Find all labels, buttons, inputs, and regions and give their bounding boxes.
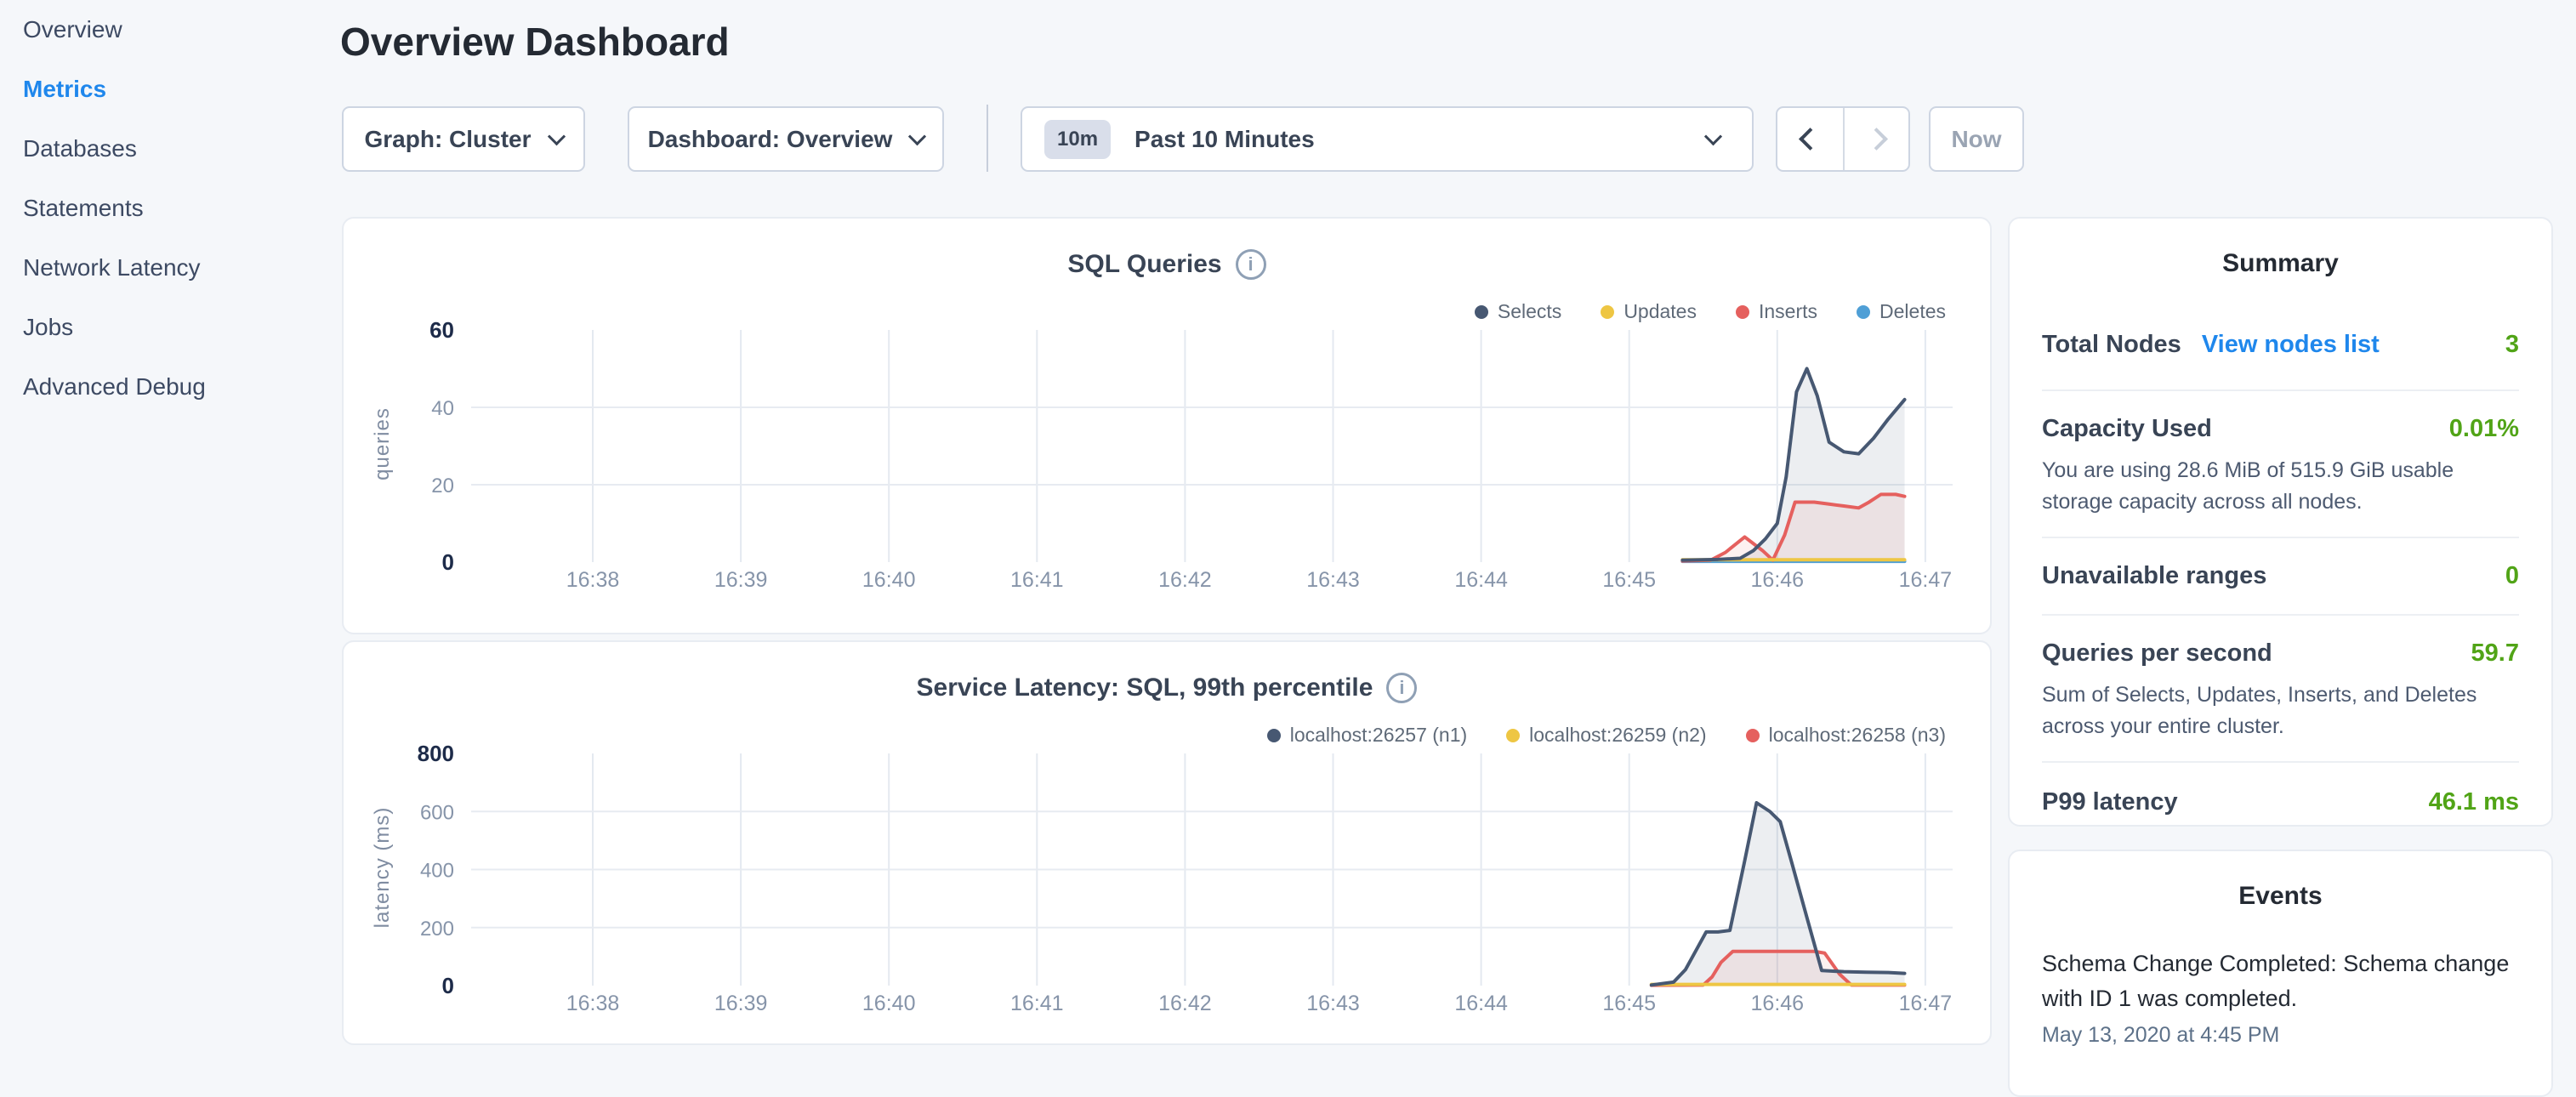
summary-row: Unavailable ranges 0 [2042,538,2519,616]
summary-label: Unavailable ranges [2042,562,2266,590]
summary-label: Queries per second [2042,639,2272,668]
svg-text:400: 400 [420,860,454,883]
chevron-down-icon [908,128,926,145]
svg-text:200: 200 [420,918,454,941]
event-message: Schema Change Completed: Schema change w… [2042,946,2519,1016]
summary-subtext: You are using 28.6 MiB of 515.9 GiB usab… [2042,455,2519,518]
sidebar-nav: OverviewMetricsDatabasesStatementsNetwor… [0,0,340,417]
sidebar-item-advanced-debug[interactable]: Advanced Debug [0,357,340,417]
sidebar-item-jobs[interactable]: Jobs [0,298,340,357]
summary-value: 59.7 [2471,639,2519,668]
sidebar-item-network-latency[interactable]: Network Latency [0,238,340,298]
svg-text:40: 40 [431,397,454,420]
sidebar-item-databases[interactable]: Databases [0,119,340,179]
summary-row: Queries per second 59.7 Sum of Selects, Up… [2042,616,2519,763]
chart-title: SQL Queries [1067,250,1221,279]
events-list: Schema Change Completed: Schema change w… [2042,946,2519,1048]
divider [987,105,988,172]
svg-text:16:44: 16:44 [1454,568,1508,592]
summary-label: Capacity Used [2042,415,2212,443]
time-step-forward-button[interactable] [1843,108,1908,170]
svg-text:16:46: 16:46 [1751,992,1805,1015]
svg-text:16:41: 16:41 [1010,568,1064,592]
svg-text:16:43: 16:43 [1306,568,1360,592]
info-icon[interactable]: i [1236,249,1266,280]
svg-text:16:40: 16:40 [862,568,916,592]
view-nodes-link[interactable]: View nodes list [2202,331,2380,359]
svg-text:16:47: 16:47 [1899,568,1953,592]
svg-text:800: 800 [418,741,454,766]
svg-text:0: 0 [442,973,454,998]
summary-row: P99 latency 46.1 ms [2042,763,2519,842]
svg-text:16:45: 16:45 [1602,992,1656,1015]
svg-text:16:45: 16:45 [1602,568,1656,592]
svg-text:16:39: 16:39 [714,568,768,592]
svg-text:16:43: 16:43 [1306,992,1360,1015]
sql-queries-card: SQL Queries i SelectsUpdatesInsertsDelet… [342,217,1992,634]
summary-label: Total Nodes [2042,331,2181,359]
time-range-badge: 10m [1044,120,1111,159]
summary-value: 0.01% [2449,415,2519,443]
svg-text:16:38: 16:38 [566,992,620,1015]
time-range-dropdown[interactable]: 10m Past 10 Minutes [1021,106,1754,172]
summary-panel: Summary Total Nodes View nodes list 3 Capac… [2008,217,2553,827]
summary-value: 0 [2505,562,2519,590]
svg-text:60: 60 [429,317,454,343]
dashboard-dropdown-label: Dashboard: Overview [648,126,893,153]
service-latency-chart[interactable]: 16:38 16:39 16:40 16:41 16:42 16:43 16:44 16:45… [344,740,1993,1039]
info-icon[interactable]: i [1386,673,1417,703]
svg-text:16:46: 16:46 [1751,568,1805,592]
graph-dropdown-label: Graph: Cluster [364,126,531,153]
summary-title: Summary [2042,219,2519,278]
chart-title: Service Latency: SQL, 99th percentile [917,674,1373,702]
page-title: Overview Dashboard [340,19,730,65]
summary-value: 46.1 ms [2429,788,2519,816]
sidebar-item-statements[interactable]: Statements [0,179,340,238]
event-timestamp: May 13, 2020 at 4:45 PM [2042,1023,2519,1048]
svg-text:16:40: 16:40 [862,992,916,1015]
graph-dropdown[interactable]: Graph: Cluster [342,106,585,172]
chevron-right-icon [1865,128,1888,151]
svg-text:16:44: 16:44 [1454,992,1508,1015]
summary-rows: Total Nodes View nodes list 3 Capacity Used… [2042,298,2519,842]
summary-subtext: Sum of Selects, Updates, Inserts, and De… [2042,679,2519,742]
svg-text:16:38: 16:38 [566,568,620,592]
svg-text:20: 20 [431,475,454,497]
sidebar-item-metrics[interactable]: Metrics [0,60,340,119]
time-step-back-button[interactable] [1777,108,1843,170]
sql-queries-chart[interactable]: 16:38 16:39 16:40 16:41 16:42 16:43 16:44 16:45… [344,316,1993,616]
time-range-label: Past 10 Minutes [1134,126,1315,153]
chevron-down-icon [1704,128,1722,145]
svg-text:16:42: 16:42 [1158,568,1212,592]
now-button[interactable]: Now [1929,106,2024,172]
svg-text:16:41: 16:41 [1010,992,1064,1015]
service-latency-card: Service Latency: SQL, 99th percentile i … [342,640,1992,1045]
sidebar-item-overview[interactable]: Overview [0,0,340,60]
chevron-down-icon [547,128,565,145]
events-title: Events [2042,851,2519,911]
svg-text:16:42: 16:42 [1158,992,1212,1015]
svg-text:16:39: 16:39 [714,992,768,1015]
summary-label: P99 latency [2042,788,2178,816]
svg-text:0: 0 [442,549,454,575]
summary-row: Capacity Used 0.01% You are using 28.6 MiB… [2042,391,2519,538]
summary-row: Total Nodes View nodes list 3 [2042,298,2519,391]
svg-text:16:47: 16:47 [1899,992,1953,1015]
dashboard-dropdown[interactable]: Dashboard: Overview [628,106,944,172]
svg-text:600: 600 [420,801,454,824]
summary-value: 3 [2505,331,2519,359]
time-step-buttons [1776,106,1910,172]
events-panel: Events Schema Change Completed: Schema c… [2008,850,2553,1097]
chevron-left-icon [1799,128,1822,151]
